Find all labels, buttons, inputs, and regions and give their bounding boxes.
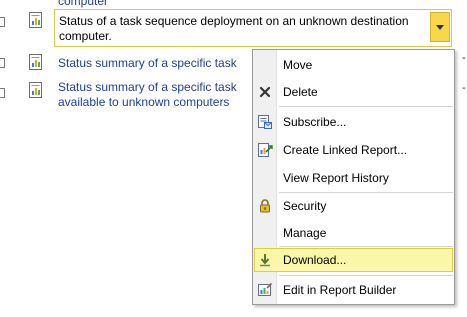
- menu-separator: [279, 246, 453, 247]
- menu-item-create-linked-report[interactable]: Create Linked Report...: [254, 138, 453, 162]
- menu-item-download[interactable]: Download...: [254, 248, 453, 272]
- menu-item-edit-in-report-builder[interactable]: Edit in Report Builder: [254, 278, 453, 302]
- column-edge-mark: -: [462, 52, 466, 64]
- menu-item-label: Manage: [283, 226, 327, 240]
- menu-item-view-report-history[interactable]: View Report History: [254, 166, 453, 190]
- menu-item-label: Download...: [283, 253, 347, 267]
- report-options-dropdown-button[interactable]: [430, 12, 450, 42]
- menu-item-delete[interactable]: Delete: [254, 80, 453, 104]
- menu-item-label: View Report History: [283, 171, 389, 185]
- report-link[interactable]: Status summary of a specific task: [58, 56, 258, 71]
- selected-report-row[interactable]: Status of a task sequence deployment on …: [54, 9, 452, 47]
- row-checkbox[interactable]: [0, 17, 5, 27]
- menu-item-label: Create Linked Report...: [283, 143, 408, 157]
- linked-report-icon: [258, 143, 273, 157]
- menu-item-move[interactable]: Move: [254, 53, 453, 77]
- menu-separator: [279, 275, 453, 276]
- report-context-menu: Move Delete Subscribe... Create Linked R…: [252, 49, 455, 305]
- lock-icon: [260, 199, 270, 213]
- row-checkbox[interactable]: [0, 88, 5, 98]
- menu-item-label: Security: [283, 199, 327, 213]
- menu-item-subscribe[interactable]: Subscribe...: [254, 110, 453, 134]
- report-title[interactable]: Status of a task sequence deployment on …: [59, 14, 419, 44]
- menu-separator: [279, 106, 453, 107]
- report-icon: [29, 12, 42, 28]
- menu-item-label: Move: [283, 58, 313, 72]
- report-manager-page: computer Status of a task sequence deplo…: [0, 0, 467, 317]
- menu-item-label: Edit in Report Builder: [283, 283, 397, 297]
- report-icon: [29, 82, 42, 98]
- delete-x-icon: [259, 86, 271, 98]
- report-link[interactable]: Status summary of a specific task availa…: [58, 80, 258, 110]
- subscribe-icon: [258, 115, 272, 129]
- row-checkbox[interactable]: [0, 58, 5, 68]
- menu-item-label: Subscribe...: [283, 115, 347, 129]
- menu-item-label: Delete: [283, 85, 318, 99]
- menu-separator: [279, 192, 453, 193]
- chevron-down-icon: [436, 25, 444, 30]
- column-edge-mark: -: [462, 82, 466, 94]
- previous-report-title-cut[interactable]: computer: [58, 0, 108, 9]
- download-icon: [260, 254, 270, 267]
- menu-item-security[interactable]: Security: [254, 194, 453, 218]
- menu-item-manage[interactable]: Manage: [254, 221, 453, 245]
- report-icon: [29, 54, 42, 70]
- report-builder-icon: [258, 282, 273, 296]
